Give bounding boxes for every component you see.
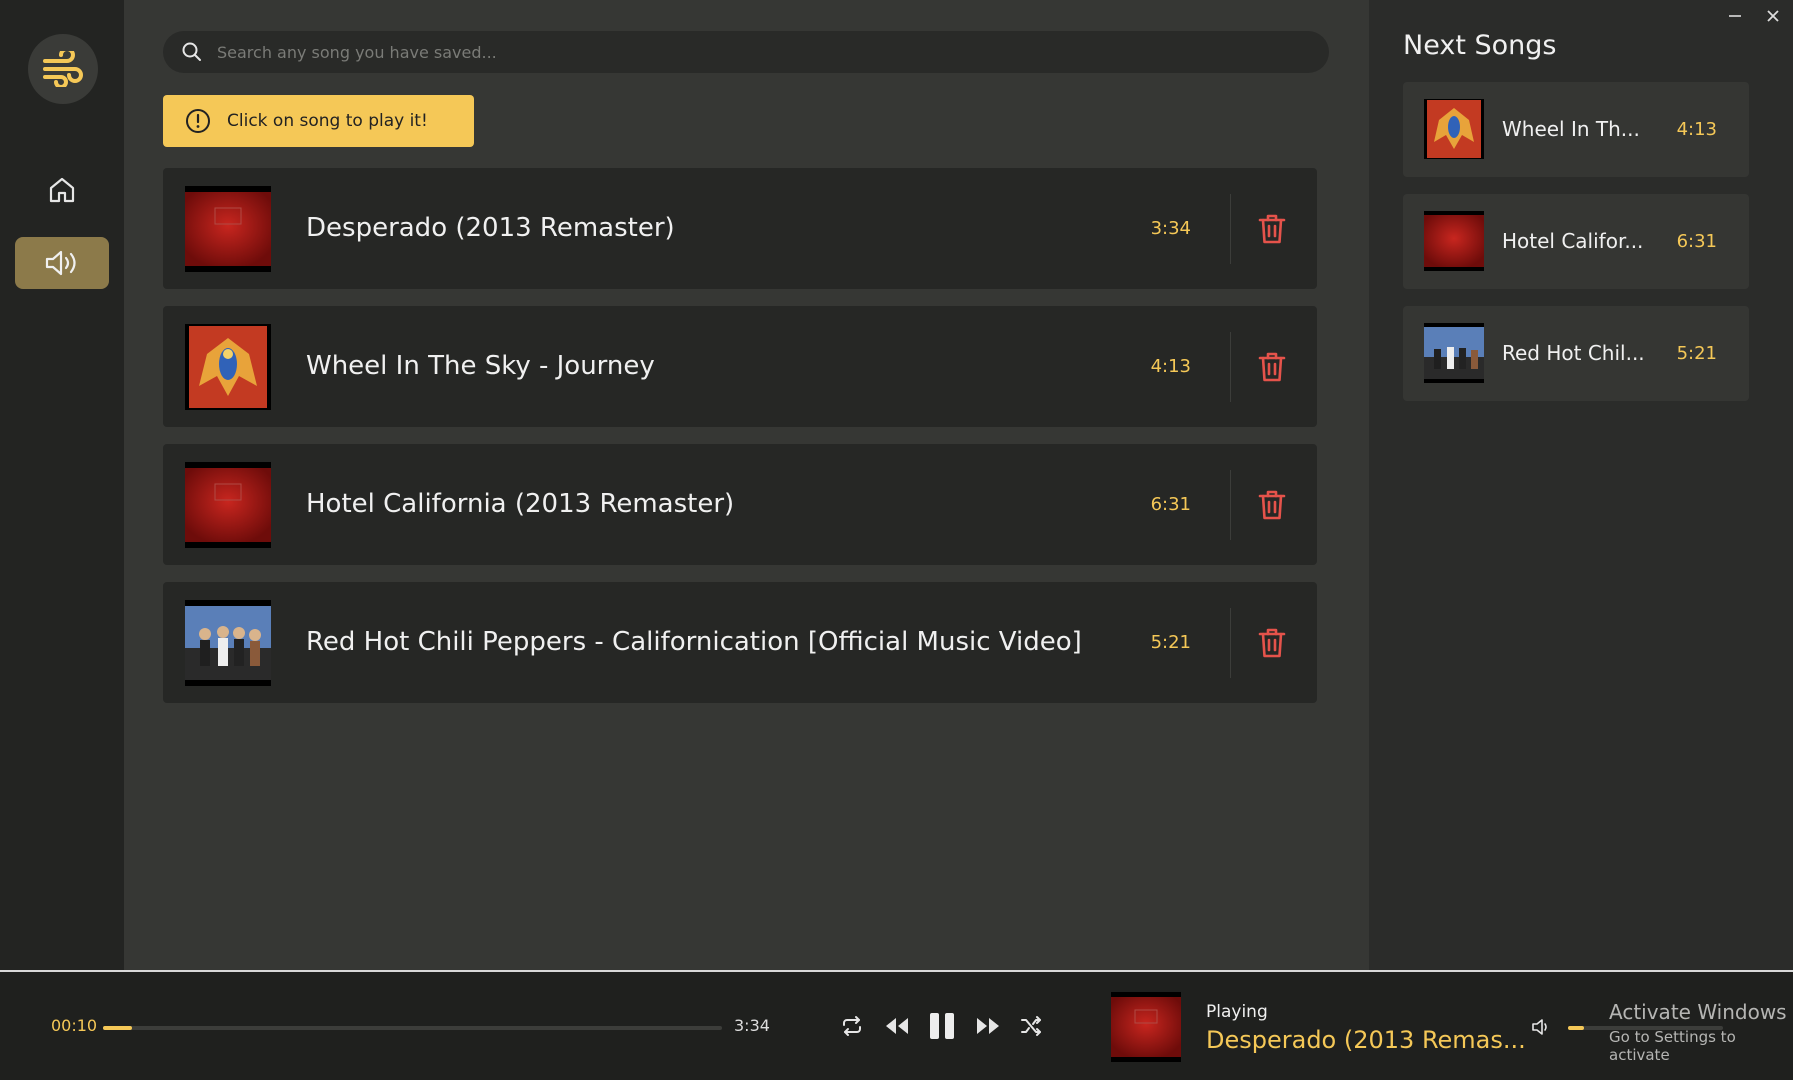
now-playing-title: Desperado (2013 Remas... — [1206, 1026, 1526, 1054]
rewind-icon — [886, 1018, 908, 1034]
player-bar: 00:10 3:34 Playing Desperado (2013 Remas… — [0, 970, 1793, 1080]
song-title: Desperado (2013 Remaster) — [306, 213, 675, 243]
album-art — [1424, 99, 1484, 159]
next-song-item[interactable]: Red Hot Chil... 5:21 — [1403, 306, 1749, 401]
hint-banner: Click on song to play it! — [163, 95, 474, 147]
song-duration: 5:21 — [1150, 632, 1191, 653]
album-art — [185, 186, 271, 272]
repeat-button[interactable] — [836, 1010, 868, 1042]
watermark-line-2: Go to Settings to activate — [1609, 1028, 1736, 1064]
song-title: Hotel California (2013 Remaster) — [306, 489, 735, 519]
sidebar — [0, 0, 124, 970]
shuffle-icon — [1021, 1016, 1041, 1036]
next-songs-title: Next Songs — [1403, 30, 1557, 61]
song-duration: 3:34 — [1150, 218, 1191, 239]
song-row[interactable]: Red Hot Chili Peppers - Californication … — [163, 582, 1317, 703]
repeat-icon — [843, 1016, 861, 1036]
main-content: Click on song to play it! Desperado (201… — [124, 0, 1369, 970]
next-song-name: Hotel Califor... — [1502, 229, 1644, 253]
next-song-name: Wheel In Th... — [1502, 117, 1640, 141]
info-icon — [186, 109, 210, 133]
trash-icon — [1258, 490, 1286, 520]
search-icon — [182, 42, 201, 61]
shuffle-button[interactable] — [1015, 1010, 1047, 1042]
delete-button[interactable] — [1257, 212, 1287, 246]
album-art — [185, 600, 271, 686]
next-song-duration: 6:31 — [1676, 231, 1717, 252]
next-song-duration: 5:21 — [1676, 343, 1717, 364]
delete-button[interactable] — [1257, 626, 1287, 660]
playing-label: Playing — [1206, 1002, 1268, 1022]
music-app: Click on song to play it! Desperado (201… — [0, 0, 1793, 1080]
song-row[interactable]: Desperado (2013 Remaster) 3:34 — [163, 168, 1317, 289]
delete-button[interactable] — [1257, 488, 1287, 522]
song-duration: 4:13 — [1150, 356, 1191, 377]
song-row[interactable]: Hotel California (2013 Remaster) 6:31 — [163, 444, 1317, 565]
close-button[interactable] — [1761, 4, 1785, 28]
trash-icon — [1258, 628, 1286, 658]
album-art — [185, 324, 271, 410]
row-divider — [1230, 608, 1231, 678]
song-duration: 6:31 — [1150, 494, 1191, 515]
current-time: 00:10 — [51, 1016, 98, 1035]
home-icon — [49, 177, 75, 203]
next-button[interactable] — [972, 1010, 1004, 1042]
next-song-item[interactable]: Wheel In Th... 4:13 — [1403, 82, 1749, 177]
sidebar-item-now-playing[interactable] — [15, 237, 109, 289]
row-divider — [1230, 194, 1231, 264]
song-title: Wheel In The Sky - Journey — [306, 351, 655, 381]
close-icon — [1767, 10, 1779, 22]
pause-icon — [930, 1013, 954, 1039]
album-art — [1424, 323, 1484, 383]
next-song-name: Red Hot Chil... — [1502, 341, 1645, 365]
previous-button[interactable] — [881, 1010, 913, 1042]
search-input[interactable] — [217, 42, 1297, 62]
app-logo[interactable] — [28, 34, 98, 104]
speaker-icon — [45, 250, 76, 276]
fast-forward-icon — [977, 1018, 999, 1034]
trash-icon — [1258, 352, 1286, 382]
pause-button[interactable] — [926, 1010, 958, 1042]
album-art — [185, 462, 271, 548]
song-title: Red Hot Chili Peppers - Californication … — [306, 627, 1082, 657]
volume-icon — [1532, 1019, 1547, 1035]
now-playing-art — [1111, 992, 1181, 1062]
minimize-button[interactable] — [1723, 4, 1747, 28]
hint-text: Click on song to play it! — [227, 111, 428, 131]
minimize-icon — [1729, 15, 1741, 17]
row-divider — [1230, 332, 1231, 402]
song-list: Desperado (2013 Remaster) 3:34 Wheel In … — [163, 168, 1317, 720]
album-art — [1424, 211, 1484, 271]
next-songs-panel: Next Songs Wheel In Th... 4:13 Hotel Cal… — [1369, 0, 1793, 970]
progress-fill — [103, 1026, 133, 1030]
row-divider — [1230, 470, 1231, 540]
trash-icon — [1258, 214, 1286, 244]
delete-button[interactable] — [1257, 350, 1287, 384]
progress-bar[interactable] — [103, 1026, 722, 1030]
search-bar[interactable] — [163, 31, 1329, 73]
volume-button[interactable] — [1530, 1016, 1552, 1038]
next-song-duration: 4:13 — [1676, 119, 1717, 140]
volume-fill — [1568, 1026, 1584, 1030]
total-time: 3:34 — [734, 1016, 770, 1035]
watermark-line-1: Activate Windows — [1609, 1000, 1787, 1024]
song-row[interactable]: Wheel In The Sky - Journey 4:13 — [163, 306, 1317, 427]
wind-icon — [43, 51, 83, 87]
next-song-item[interactable]: Hotel Califor... 6:31 — [1403, 194, 1749, 289]
activate-windows-watermark: Activate Windows Go to Settings to activ… — [1609, 1000, 1793, 1064]
next-songs-list: Wheel In Th... 4:13 Hotel Califor... 6:3… — [1403, 82, 1749, 418]
sidebar-item-home[interactable] — [15, 164, 109, 216]
